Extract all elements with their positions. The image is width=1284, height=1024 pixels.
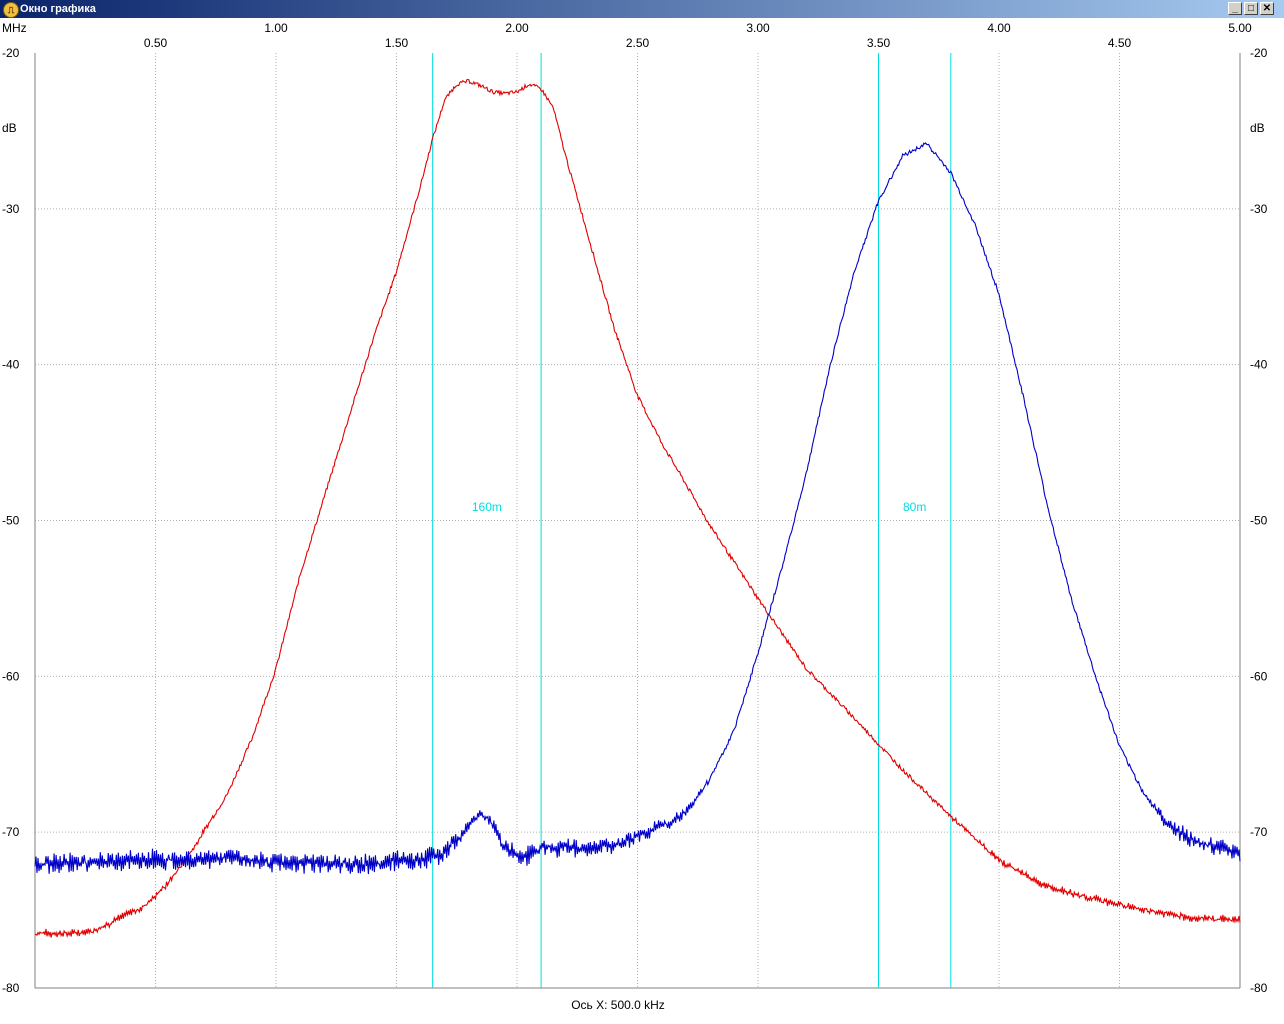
x-tick-label: 3.00 <box>746 21 770 35</box>
window-title: Окно графика <box>20 3 96 15</box>
y-tick-label-left: -20 <box>2 46 20 60</box>
band-marker-label: 80m <box>903 500 926 514</box>
y-unit-label-left: dB <box>2 121 17 135</box>
y-tick-label-left: -50 <box>2 514 20 528</box>
plot-area[interactable]: MHz dB dB Ось X: 500.0 kHz 1.00 2.00 3.00 4… <box>0 18 1284 1024</box>
x-tick-label: 1.50 <box>385 36 409 50</box>
x-tick-label: 4.00 <box>987 21 1011 35</box>
y-tick-label-right: -70 <box>1250 825 1268 839</box>
y-tick-label-right: -50 <box>1250 514 1268 528</box>
x-tick-label: 3.50 <box>867 36 891 50</box>
x-tick-label: 2.00 <box>505 21 529 35</box>
x-tick-label: 5.00 <box>1228 21 1252 35</box>
y-tick-label-left: -60 <box>2 669 20 683</box>
y-unit-label-right: dB <box>1250 121 1265 135</box>
y-tick-label-right: -60 <box>1250 669 1268 683</box>
x-tick-label: 4.50 <box>1108 36 1132 50</box>
x-tick-label: 1.00 <box>264 21 288 35</box>
close-button[interactable]: ✕ <box>1260 2 1274 15</box>
x-axis-caption: Ось X: 500.0 kHz <box>571 998 665 1012</box>
y-tick-label-left: -30 <box>2 202 20 216</box>
oscilloscope-icon: ⎍ <box>3 2 19 18</box>
y-tick-label-right: -80 <box>1250 981 1268 995</box>
x-tick-label: 0.50 <box>144 36 168 50</box>
y-tick-label-right: -30 <box>1250 202 1268 216</box>
y-tick-label-left: -40 <box>2 358 20 372</box>
y-tick-label-left: -70 <box>2 825 20 839</box>
series-line-1 <box>34 78 1241 939</box>
y-tick-label-left: -80 <box>2 981 20 995</box>
y-tick-label-right: -20 <box>1250 46 1268 60</box>
band-marker-label: 160m <box>472 500 502 514</box>
x-unit-label: MHz <box>2 21 27 35</box>
x-tick-label: 2.50 <box>626 36 650 50</box>
window-titlebar: ⎍ Окно графика _ □ ✕ <box>0 0 1284 18</box>
minimize-button[interactable]: _ <box>1228 2 1242 15</box>
y-tick-label-right: -40 <box>1250 358 1268 372</box>
maximize-button[interactable]: □ <box>1244 2 1258 15</box>
